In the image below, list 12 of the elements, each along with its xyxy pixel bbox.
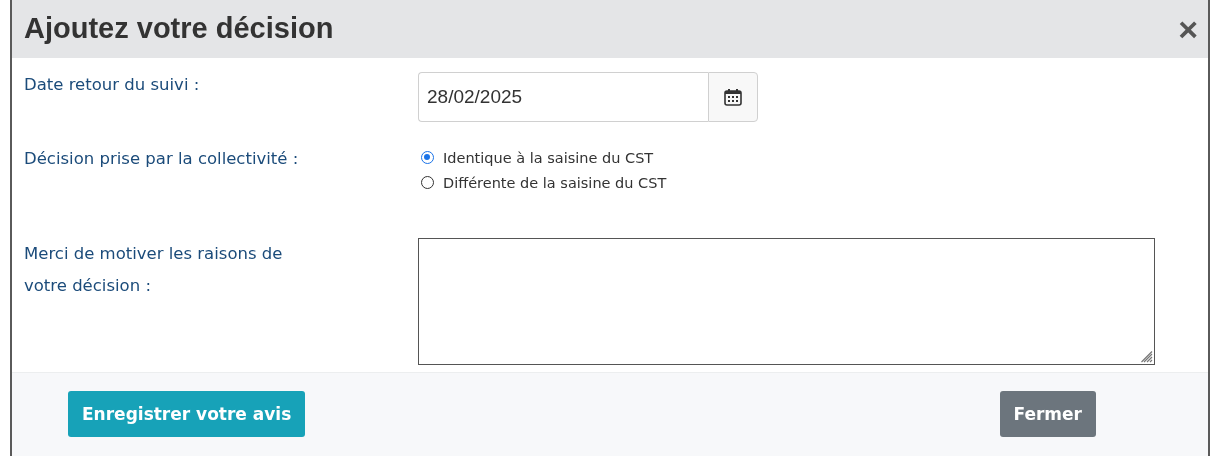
- radio-option[interactable]: Différente de la saisine du CST: [418, 174, 1196, 191]
- calendar-icon: [724, 87, 742, 106]
- field-label: Merci de motiver les raisons de votre décision :: [24, 242, 284, 297]
- close-button[interactable]: ×: [1178, 11, 1198, 46]
- field-label: Date retour du suivi :: [24, 73, 201, 96]
- resize-handle-icon[interactable]: [1141, 350, 1153, 363]
- close-dialog-button[interactable]: Fermer: [999, 391, 1096, 438]
- calendar-button[interactable]: [708, 71, 758, 122]
- radio-option[interactable]: Identique à la saisine du CST: [418, 149, 1196, 166]
- dialog-title: Ajoutez votre décision: [24, 12, 334, 46]
- date-field[interactable]: 28/02/2025: [418, 71, 708, 122]
- field-label: Décision prise par la collectivité :: [24, 147, 300, 170]
